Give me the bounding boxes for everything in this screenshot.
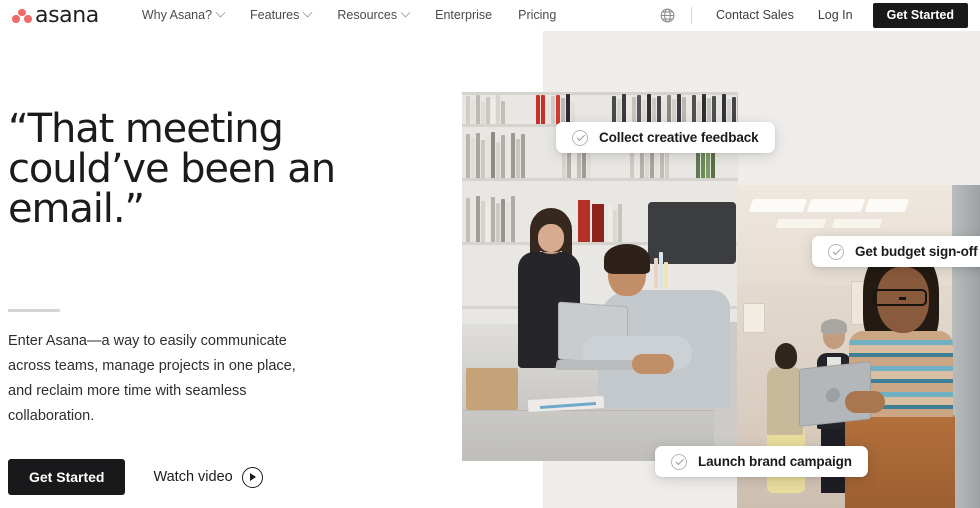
hero-text-column: “That meeting could’ve been an email.” E…	[0, 31, 460, 508]
hero-headline: “That meeting could’ve been an email.”	[8, 106, 336, 232]
brand-wordmark: asana	[35, 2, 99, 28]
nav-item-label: Features	[250, 8, 300, 22]
task-pill-get-budget-sign-off[interactable]: Get budget sign-off	[812, 236, 980, 267]
nav-item-features[interactable]: Features	[237, 0, 324, 31]
globe-icon	[660, 8, 674, 23]
nav-item-resources[interactable]: Resources	[324, 0, 422, 31]
check-circle-icon	[572, 129, 588, 146]
nav-item-label: Enterprise	[435, 8, 493, 22]
nav-get-started-button[interactable]: Get Started	[872, 3, 968, 28]
language-selector-button[interactable]	[653, 2, 681, 30]
nav-item-label: Why Asana?	[141, 8, 213, 22]
nav-item-enterprise[interactable]: Enterprise	[422, 0, 505, 31]
primary-nav-links: Why Asana? Features Resources Enterprise…	[129, 0, 569, 31]
asana-logo[interactable]: asana	[12, 0, 99, 31]
task-pill-label: Launch brand campaign	[698, 454, 852, 469]
nav-item-label: Resources	[337, 8, 398, 22]
nav-divider	[691, 7, 693, 24]
task-pill-launch-brand-campaign[interactable]: Launch brand campaign	[655, 446, 868, 477]
task-pill-collect-creative-feedback[interactable]: Collect creative feedback	[556, 122, 775, 153]
watch-video-button[interactable]: Watch video	[153, 466, 263, 488]
chevron-down-icon	[215, 7, 226, 18]
play-circle-icon	[241, 466, 263, 488]
hero-cta-row: Get Started Watch video	[8, 459, 263, 495]
chevron-down-icon	[302, 7, 313, 18]
top-navigation-bar: asana Why Asana? Features Resources Ente…	[0, 0, 980, 31]
check-circle-icon	[828, 243, 844, 260]
hero-divider-rule	[8, 309, 60, 312]
nav-item-pricing[interactable]: Pricing	[505, 0, 569, 31]
hero-subcopy: Enter Asana—a way to easily communicate …	[8, 333, 296, 424]
hero-page: asana Why Asana? Features Resources Ente…	[0, 0, 980, 508]
check-circle-icon	[671, 453, 687, 470]
nav-utility-group: Contact Sales Log In Get Started	[653, 0, 968, 31]
contact-sales-link[interactable]: Contact Sales	[704, 0, 806, 31]
task-pill-label: Collect creative feedback	[599, 130, 759, 145]
hero-get-started-button[interactable]: Get Started	[8, 459, 126, 495]
watch-video-label: Watch video	[153, 469, 233, 485]
log-in-link[interactable]: Log In	[806, 0, 865, 31]
nav-item-why-asana[interactable]: Why Asana?	[129, 0, 237, 31]
chevron-down-icon	[400, 7, 411, 18]
asana-dots-logo-icon	[12, 8, 32, 23]
nav-item-label: Pricing	[518, 8, 557, 22]
task-pill-label: Get budget sign-off	[855, 244, 978, 259]
